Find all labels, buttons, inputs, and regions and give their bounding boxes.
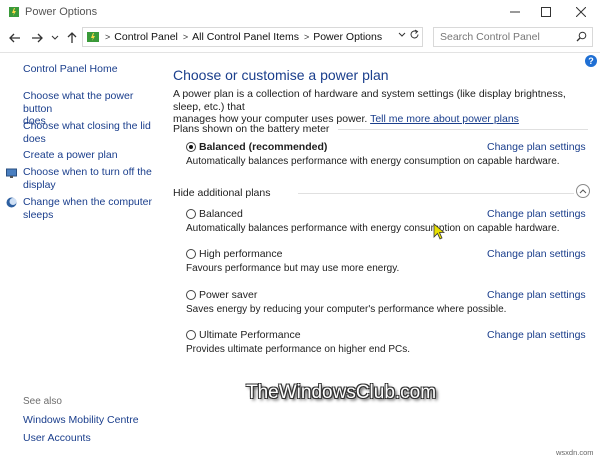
change-plan-settings-link[interactable]: Change plan settings bbox=[487, 289, 586, 301]
search-icon bbox=[576, 31, 587, 42]
navigation-bar: > Control Panel > All Control Panel Item… bbox=[0, 24, 600, 53]
sidebar-control-panel-home[interactable]: Control Panel Home bbox=[23, 63, 118, 76]
sidebar-turn-off-display-link[interactable]: Choose when to turn off the display bbox=[23, 166, 152, 191]
breadcrumb-control-panel[interactable]: Control Panel bbox=[114, 31, 178, 43]
sidebar-create-plan-link[interactable]: Create a power plan bbox=[23, 149, 118, 162]
link-line: does bbox=[23, 132, 46, 145]
change-plan-settings-link[interactable]: Change plan settings bbox=[487, 329, 586, 341]
title-bar: Power Options bbox=[0, 0, 600, 24]
power-options-icon bbox=[9, 7, 19, 17]
link-line: Change when the computer bbox=[23, 196, 152, 208]
plan-description: Provides ultimate performance on higher … bbox=[186, 344, 411, 355]
power-plans-help-link[interactable]: Tell me more about power plans bbox=[370, 113, 519, 125]
change-plan-settings-link[interactable]: Change plan settings bbox=[487, 248, 586, 260]
battery-meter-section-label: Plans shown on the battery meter bbox=[173, 123, 330, 135]
minimize-icon bbox=[510, 11, 520, 13]
change-plan-settings-link[interactable]: Change plan settings bbox=[487, 141, 586, 153]
sidebar-closing-lid-link[interactable]: Choose what closing the lid does bbox=[23, 120, 151, 145]
change-plan-settings-link[interactable]: Change plan settings bbox=[487, 208, 586, 220]
plan-radio-ultimate-performance[interactable] bbox=[186, 330, 196, 340]
sidebar-computer-sleeps-link[interactable]: Change when the computer sleeps bbox=[23, 196, 152, 221]
plan-radio-power-saver[interactable] bbox=[186, 290, 196, 300]
breadcrumb-separator[interactable]: > bbox=[304, 32, 309, 42]
address-field[interactable]: > Control Panel > All Control Panel Item… bbox=[82, 27, 423, 47]
refresh-icon bbox=[410, 29, 419, 39]
plan-name[interactable]: High performance bbox=[199, 248, 282, 260]
power-options-window: Power Options > Control Panel > All Cont… bbox=[0, 0, 600, 459]
plan-description: Automatically balances performance with … bbox=[186, 156, 560, 167]
link-line: Choose what closing the lid bbox=[23, 120, 151, 132]
maximize-icon bbox=[541, 7, 551, 17]
hide-additional-plans-label[interactable]: Hide additional plans bbox=[173, 187, 270, 199]
up-button[interactable] bbox=[63, 29, 81, 47]
maximize-button[interactable] bbox=[529, 0, 563, 24]
plan-description: Favours performance but may use more ene… bbox=[186, 263, 400, 274]
control-panel-icon bbox=[87, 32, 99, 42]
plan-name[interactable]: Ultimate Performance bbox=[199, 329, 301, 341]
page-description: A power plan is a collection of hardware… bbox=[173, 88, 588, 126]
chevron-down-icon bbox=[51, 35, 59, 40]
plan-name[interactable]: Power saver bbox=[199, 289, 257, 301]
plan-radio-high-performance[interactable] bbox=[186, 249, 196, 259]
link-line: sleeps bbox=[23, 208, 54, 221]
plan-description: Saves energy by reducing your computer's… bbox=[186, 304, 507, 315]
link-line: Choose when to turn off the bbox=[23, 166, 152, 178]
section-divider bbox=[338, 129, 588, 130]
see-also-label: See also bbox=[23, 396, 62, 407]
minimize-button[interactable] bbox=[498, 0, 532, 24]
breadcrumb-separator[interactable]: > bbox=[183, 32, 188, 42]
address-history-button[interactable] bbox=[398, 31, 406, 40]
search-input[interactable]: Search Control Panel bbox=[433, 27, 593, 47]
description-line-1: A power plan is a collection of hardware… bbox=[173, 88, 566, 113]
page-title: Choose or customise a power plan bbox=[173, 67, 389, 83]
search-placeholder: Search Control Panel bbox=[440, 31, 540, 43]
sidebar: Control Panel Home Choose what the power… bbox=[0, 53, 163, 459]
breadcrumb-all-items[interactable]: All Control Panel Items bbox=[192, 31, 299, 43]
arrow-left-icon bbox=[9, 33, 20, 43]
monitor-icon bbox=[6, 168, 17, 178]
plan-radio-balanced-recommended[interactable] bbox=[186, 142, 196, 152]
plan-description: Automatically balances performance with … bbox=[186, 223, 560, 234]
close-icon bbox=[576, 7, 586, 17]
plan-name[interactable]: Balanced bbox=[199, 208, 243, 220]
window-title: Power Options bbox=[25, 6, 98, 18]
link-line: Choose what the power button bbox=[23, 90, 134, 115]
watermark: TheWindowsClub.com bbox=[246, 382, 437, 403]
see-also-user-accounts[interactable]: User Accounts bbox=[23, 432, 91, 445]
arrow-up-icon bbox=[67, 32, 77, 43]
close-button[interactable] bbox=[564, 0, 598, 24]
chevron-down-icon bbox=[398, 32, 406, 37]
credit-text: wsxdn.com bbox=[556, 448, 594, 457]
plan-name[interactable]: Balanced (recommended) bbox=[199, 141, 327, 153]
link-line: Create a power plan bbox=[23, 149, 118, 161]
link-line: display bbox=[23, 178, 56, 191]
breadcrumb-power-options[interactable]: Power Options bbox=[313, 31, 382, 43]
breadcrumb-separator: > bbox=[105, 32, 111, 42]
chevron-up-icon bbox=[579, 189, 587, 194]
mouse-cursor-icon bbox=[433, 223, 445, 240]
collapse-plans-button[interactable] bbox=[576, 184, 590, 198]
back-button[interactable] bbox=[6, 29, 24, 47]
see-also-mobility-centre[interactable]: Windows Mobility Centre bbox=[23, 414, 139, 427]
moon-icon bbox=[6, 197, 17, 208]
plan-radio-balanced[interactable] bbox=[186, 209, 196, 219]
recent-locations-button[interactable] bbox=[46, 29, 64, 47]
forward-button[interactable] bbox=[28, 29, 46, 47]
refresh-button[interactable] bbox=[409, 29, 420, 43]
section-divider bbox=[298, 193, 574, 194]
arrow-right-icon bbox=[32, 33, 43, 43]
